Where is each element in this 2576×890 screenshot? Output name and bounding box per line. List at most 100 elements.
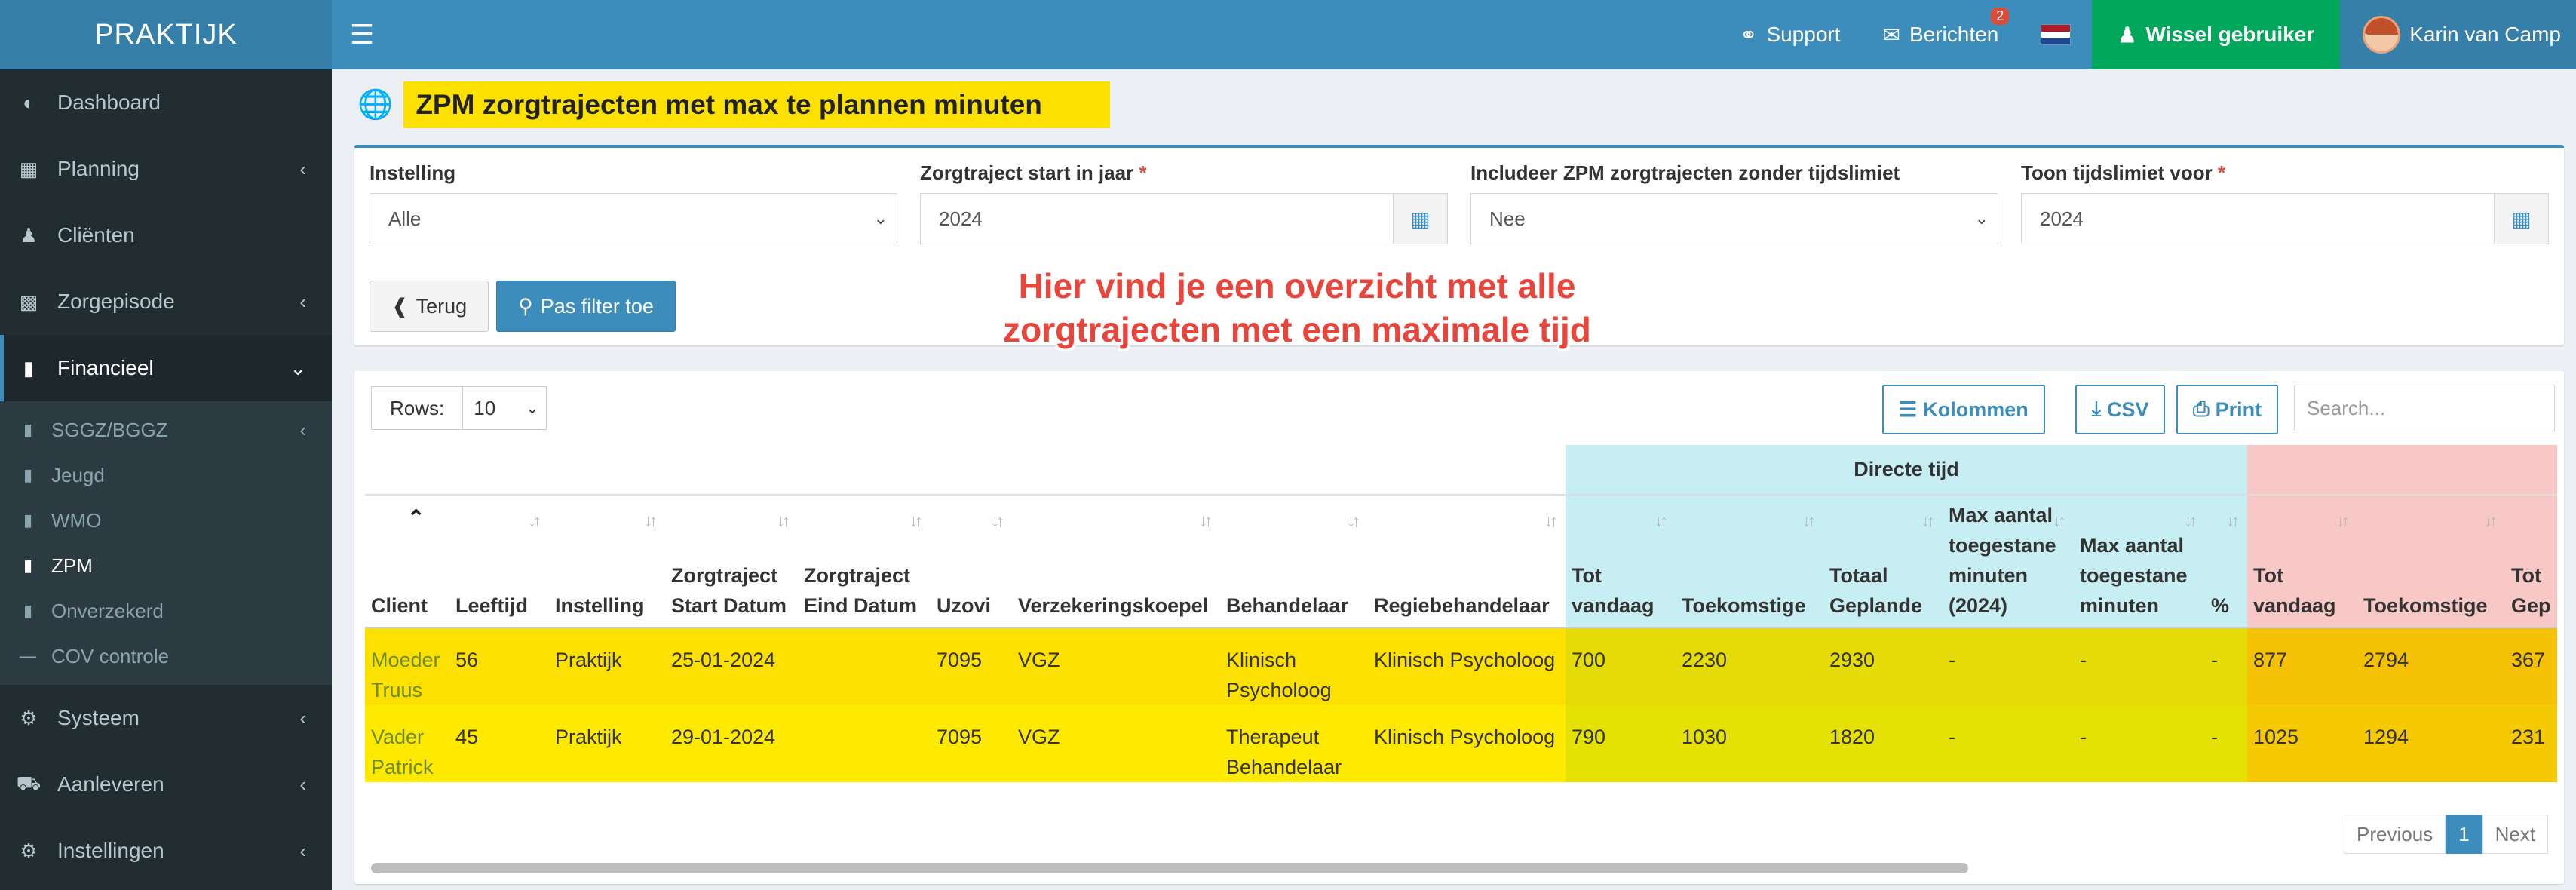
sort-icon: ↓↑	[1654, 511, 1668, 530]
lifebuoy-icon: ⚭	[1739, 23, 1758, 47]
back-button-label: Terug	[416, 294, 468, 318]
client-link[interactable]: Moeder Truus	[371, 649, 440, 701]
chevron-left-icon: ‹	[299, 290, 306, 313]
calendar-icon[interactable]: ▦	[1393, 194, 1447, 244]
column-header[interactable]: ⌃ Client	[365, 495, 449, 628]
sidebar-item-planning[interactable]: ▦ Planning ‹	[0, 136, 332, 202]
include-select[interactable]: Nee ⌄	[1470, 193, 1998, 244]
column-header[interactable]: ↓↑ Regiebehandelaar	[1368, 495, 1566, 628]
column-header[interactable]: ↓↑ Instelling	[549, 495, 665, 628]
support-link[interactable]: ⚭ Support	[1719, 0, 1862, 69]
sort-icon: ↓↑	[1544, 511, 1558, 530]
sidebar-item-dashboard[interactable]: ◐ Dashboard	[0, 69, 332, 136]
column-header-label: Tot Gep	[2511, 564, 2551, 617]
calendar-icon[interactable]: ▦	[2494, 194, 2548, 244]
instelling-select[interactable]: Alle ⌄	[370, 193, 897, 244]
user-icon: ♟	[20, 223, 38, 247]
column-header-label: Tot vandaag	[2253, 564, 2336, 617]
language-flag[interactable]	[2019, 0, 2092, 69]
table-cell-client[interactable]: Moeder Truus	[365, 628, 449, 705]
columns-button[interactable]: ☰ Kolommen	[1882, 385, 2045, 434]
limit-year-input[interactable]: 2024 ▦	[2021, 193, 2549, 244]
minus-icon: —	[20, 646, 36, 665]
filter-limit-year: Toon tijdslimiet voor * 2024 ▦	[2021, 161, 2549, 244]
column-header[interactable]: ↓↑ Zorgtraject Start Datum	[665, 495, 798, 628]
table-cell: -	[1943, 705, 2074, 782]
column-header[interactable]: ↓↑ Uzovi	[931, 495, 1012, 628]
table-cell: 2794	[2357, 628, 2505, 705]
csv-button[interactable]: ⤓ CSV	[2075, 385, 2166, 434]
start-year-input[interactable]: 2024 ▦	[920, 193, 1448, 244]
chevron-left-icon: ‹	[299, 839, 306, 862]
user-name: Karin van Camp	[2409, 23, 2561, 46]
client-link[interactable]: Vader Patrick	[371, 726, 434, 778]
table-cell	[798, 628, 931, 705]
sort-icon: ↓↑	[777, 511, 790, 530]
column-header[interactable]: ↓↑ Max aantal toegestane minuten	[2074, 495, 2205, 628]
column-header[interactable]: Tot Gep	[2505, 495, 2557, 628]
column-header[interactable]: ↓↑ Totaal Geplande	[1823, 495, 1943, 628]
chevron-left-icon: ‹	[299, 157, 306, 180]
menu-toggle-icon[interactable]: ☰	[332, 0, 392, 69]
column-header[interactable]: ↓↑ Zorgtraject Eind Datum	[798, 495, 931, 628]
sidebar-subitem-zpm[interactable]: ▮ ZPM	[0, 543, 332, 588]
sidebar-item-instellingen[interactable]: ⚙ Instellingen ‹	[0, 818, 332, 884]
user-secret-icon: ♟	[2118, 23, 2137, 47]
column-header[interactable]: ↓↑ Toekomstige	[1676, 495, 1823, 628]
table-cell: 25-01-2024	[665, 628, 798, 705]
messages-label: Berichten	[1909, 23, 1999, 46]
results-panel: Rows: 10 ⌄ ☰ Kolommen ⤓ CSV ⎙ Print Sear…	[354, 371, 2564, 884]
column-header[interactable]: ↓↑ Leeftijd	[449, 495, 549, 628]
sidebar-item-clienten[interactable]: ♟ Cliënten	[0, 202, 332, 269]
rows-select[interactable]: 10 ⌄	[463, 387, 546, 429]
sidebar-item-aanleveren[interactable]: ⛟ Aanleveren ‹	[0, 751, 332, 818]
next-page-button[interactable]: Next	[2482, 815, 2549, 854]
sort-icon: ↓↑	[644, 511, 658, 530]
switch-user-label: Wissel gebruiker	[2145, 23, 2315, 46]
sidebar-item-label: Dashboard	[57, 91, 161, 114]
column-header[interactable]: ↓↑ Tot vandaag	[2247, 495, 2357, 628]
sidebar-subitem-onverzekerd[interactable]: ▮ Onverzekerd	[0, 588, 332, 634]
sidebar-subitem-sggz[interactable]: ▮ SGGZ/BGGZ ‹	[0, 407, 332, 453]
column-header[interactable]: ↓↑ Max aantal toegestane minuten (2024)	[1943, 495, 2074, 628]
apply-filter-button[interactable]: ⚲ Pas filter toe	[496, 281, 676, 332]
annotation-overlay: Hier vind je een overzicht met alle zorg…	[920, 264, 1674, 351]
table-cell-client[interactable]: Vader Patrick	[365, 705, 449, 782]
column-header-label: Instelling	[555, 594, 645, 617]
table-cell: 45	[449, 705, 549, 782]
sidebar-item-financieel[interactable]: ▮ Financieel ⌄	[0, 335, 332, 401]
column-header[interactable]: ↓↑ Behandelaar	[1220, 495, 1368, 628]
table-cell: 231	[2505, 705, 2557, 782]
book-icon: ▮	[23, 465, 33, 484]
sort-icon: ↓↑	[1802, 511, 1816, 530]
sidebar-item-zorgepisode[interactable]: ▩ Zorgepisode ‹	[0, 269, 332, 335]
print-button[interactable]: ⎙ Print	[2176, 385, 2279, 434]
sidebar-item-systeem[interactable]: ⚙ Systeem ‹	[0, 685, 332, 751]
table-cell: Klinisch Psycholoog	[1368, 628, 1566, 705]
brand-logo[interactable]: PRAKTIJK	[0, 0, 332, 69]
switch-user-button[interactable]: ♟ Wissel gebruiker	[2092, 0, 2341, 69]
sidebar-item-label: Planning	[57, 157, 140, 180]
page-number-button[interactable]: 1	[2446, 815, 2482, 854]
column-header[interactable]: ↓↑ Toekomstige	[2357, 495, 2505, 628]
search-input[interactable]	[2294, 385, 2555, 431]
top-navbar: PRAKTIJK ☰ ⚭ Support ✉ Berichten 2 ♟ Wis…	[0, 0, 2576, 69]
columns-label: Kolommen	[1923, 397, 2029, 421]
table-cell: Klinisch Psycholoog	[1368, 705, 1566, 782]
column-header[interactable]: ↓↑ Verzekeringskoepel	[1012, 495, 1220, 628]
chevron-down-icon: ⌄	[873, 209, 888, 228]
calendar-icon: ▦	[19, 157, 38, 180]
sidebar-subitem-wmo[interactable]: ▮ WMO	[0, 498, 332, 543]
table-cell: -	[2205, 628, 2247, 705]
column-header[interactable]: ↓↑ Tot vandaag	[1566, 495, 1676, 628]
horizontal-scrollbar[interactable]	[371, 863, 1968, 873]
sidebar-subitem-cov-controle[interactable]: — COV controle	[0, 634, 332, 679]
previous-page-button[interactable]: Previous	[2344, 815, 2446, 854]
results-table: Directe tijd ⌃ Client ↓↑ Leeftijd ↓↑ Instel…	[365, 445, 2557, 782]
back-button[interactable]: ❰ Terug	[370, 281, 489, 332]
column-header[interactable]: ↓↑%	[2205, 495, 2247, 628]
sidebar-subitem-jeugd[interactable]: ▮ Jeugd	[0, 453, 332, 498]
messages-link[interactable]: ✉ Berichten 2	[1862, 0, 2020, 69]
user-menu[interactable]: Karin van Camp	[2340, 0, 2576, 69]
book-icon: ▮	[23, 511, 33, 529]
